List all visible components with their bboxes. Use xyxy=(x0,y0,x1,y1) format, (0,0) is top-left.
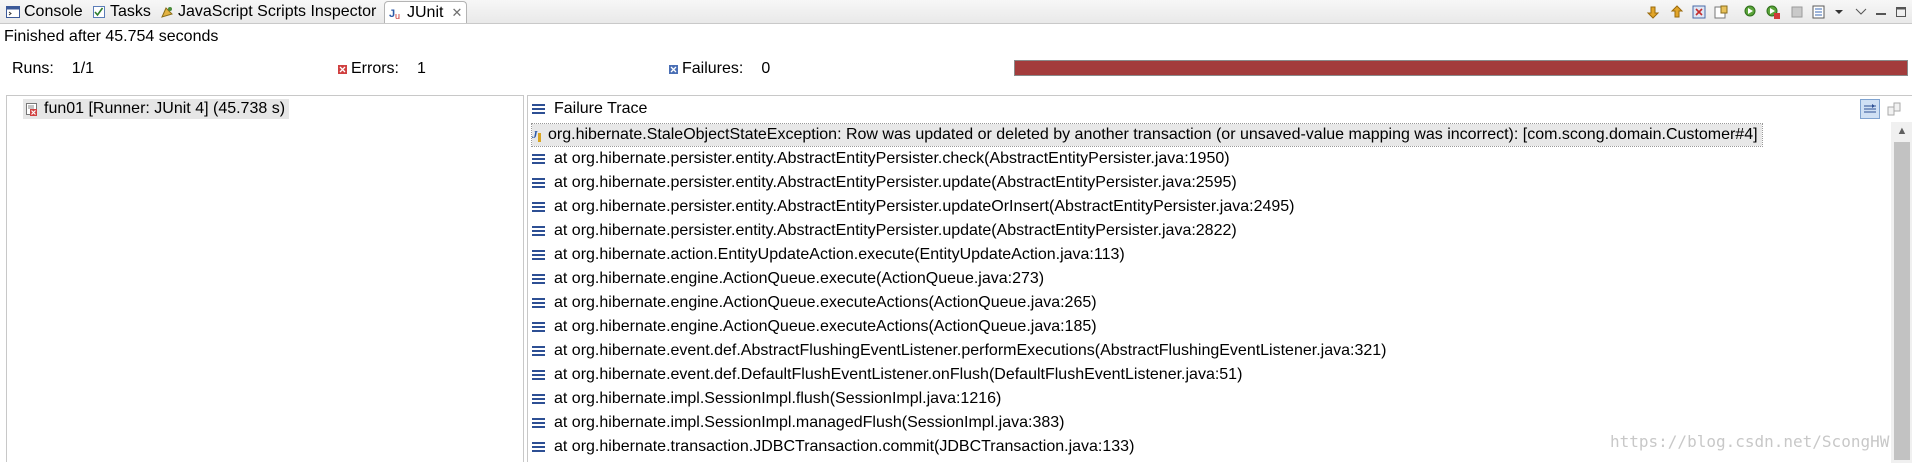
stack-frame-line[interactable]: at org.hibernate.impl.SessionImpl.manage… xyxy=(532,412,1064,434)
test-tree[interactable]: fun01 [Runner: JUnit 4] (45.738 s) xyxy=(6,95,524,462)
stack-frame-icon xyxy=(532,273,545,285)
stack-frame-text: at org.hibernate.impl.SessionImpl.flush(… xyxy=(554,390,1002,407)
stack-frame-icon xyxy=(532,321,545,333)
errors-value: 1 xyxy=(417,60,426,77)
stack-frame-line[interactable]: at org.hibernate.event.def.AbstractFlush… xyxy=(532,340,1386,362)
stack-frame-line[interactable]: at org.hibernate.engine.ActionQueue.exec… xyxy=(532,316,1097,338)
stack-frame-text: at org.hibernate.event.def.AbstractFlush… xyxy=(554,342,1387,359)
scroll-lock-icon[interactable] xyxy=(1712,3,1730,21)
minimize-icon[interactable] xyxy=(1872,3,1890,21)
show-failures-only-icon[interactable] xyxy=(1690,3,1708,21)
stack-frame-text: at org.hibernate.persister.entity.Abstra… xyxy=(554,150,1230,167)
next-failure-icon[interactable] xyxy=(1644,3,1662,21)
test-run-history-icon[interactable] xyxy=(1810,3,1828,21)
tab-junit[interactable]: Ju JUnit ✕ xyxy=(384,1,468,23)
test-progress-bar xyxy=(1014,60,1908,76)
tab-javascript-scripts-inspector-label: JavaScript Scripts Inspector xyxy=(178,3,377,20)
svg-text:J: J xyxy=(532,129,538,141)
stack-frame-icon xyxy=(532,153,545,165)
stack-frame-line[interactable]: at org.hibernate.transaction.JDBCTransac… xyxy=(532,436,1134,458)
scrollbar-thumb[interactable] xyxy=(1894,142,1910,460)
scroll-up-arrow-icon[interactable]: ▲ xyxy=(1891,122,1912,140)
stop-icon[interactable] xyxy=(1788,3,1806,21)
stack-frame-line[interactable]: at org.hibernate.persister.entity.Abstra… xyxy=(532,172,1237,194)
stack-frame-icon xyxy=(532,345,545,357)
stack-frame-icon xyxy=(532,417,545,429)
close-icon[interactable]: ✕ xyxy=(451,5,462,21)
maximize-icon[interactable] xyxy=(1892,3,1910,21)
stack-frame-text: at org.hibernate.persister.entity.Abstra… xyxy=(554,174,1237,191)
stack-frame-line[interactable]: at org.hibernate.action.EntityUpdateActi… xyxy=(532,244,1125,266)
scripts-inspector-icon xyxy=(160,5,174,19)
watermark: https://blog.csdn.net/ScongHW xyxy=(1610,432,1890,451)
stack-frame-text: at org.hibernate.impl.SessionImpl.manage… xyxy=(554,414,1065,431)
console-icon xyxy=(6,5,20,19)
view-menu-icon[interactable] xyxy=(1852,3,1870,21)
stack-frame-line[interactable]: at org.hibernate.event.def.DefaultFlushE… xyxy=(532,364,1242,386)
progress-fill xyxy=(1015,61,1907,75)
stack-frame-text: at org.hibernate.action.EntityUpdateActi… xyxy=(554,246,1125,263)
failure-trace-pane: Failure Trace J org.hibernate.StaleObjec… xyxy=(527,95,1912,463)
stack-trace-icon xyxy=(532,103,545,115)
filter-stack-trace-icon[interactable] xyxy=(1860,99,1880,119)
stack-frame-line[interactable]: at org.hibernate.persister.entity.Abstra… xyxy=(532,220,1237,242)
stack-frame-icon xyxy=(532,225,545,237)
status-text: Finished after 45.754 seconds xyxy=(4,28,219,45)
stack-frame-line[interactable]: at org.hibernate.persister.entity.Abstra… xyxy=(532,196,1295,218)
failures-count: Failures: 0 xyxy=(669,58,770,80)
stack-frame-icon xyxy=(532,297,545,309)
stack-frame-text: at org.hibernate.engine.ActionQueue.exec… xyxy=(554,294,1097,311)
stack-frame-icon xyxy=(532,369,545,381)
errors-count: Errors: 1 xyxy=(338,58,426,80)
tasks-icon xyxy=(92,5,106,19)
tab-console-label: Console xyxy=(24,3,83,20)
stack-frame-icon xyxy=(532,201,545,213)
tab-console[interactable]: Console xyxy=(2,1,87,23)
tree-item-test[interactable]: fun01 [Runner: JUnit 4] (45.738 s) xyxy=(23,99,290,119)
tab-junit-label: JUnit xyxy=(407,3,444,21)
chevron-down-icon[interactable] xyxy=(1830,3,1848,21)
runs-value: 1/1 xyxy=(71,60,95,77)
tab-javascript-scripts-inspector[interactable]: JavaScript Scripts Inspector xyxy=(156,1,380,23)
test-error-icon xyxy=(25,102,39,116)
stack-frame-line[interactable]: at org.hibernate.engine.ActionQueue.exec… xyxy=(532,268,1044,290)
stack-frame-icon xyxy=(532,393,545,405)
svg-text:u: u xyxy=(395,11,400,20)
exception-line[interactable]: J org.hibernate.StaleObjectStateExceptio… xyxy=(531,123,1763,147)
failures-label: Failures: xyxy=(682,60,744,77)
runs-count: Runs: 1/1 xyxy=(12,58,94,80)
stack-frame-text: at org.hibernate.engine.ActionQueue.exec… xyxy=(554,270,1045,287)
junit-icon: Ju xyxy=(389,6,403,21)
runs-label: Runs: xyxy=(12,60,54,77)
stack-frame-text: at org.hibernate.transaction.JDBCTransac… xyxy=(554,438,1135,455)
stack-frame-line[interactable]: at org.hibernate.persister.entity.Abstra… xyxy=(532,148,1230,170)
stack-frame-line[interactable]: at org.hibernate.engine.ActionQueue.exec… xyxy=(532,292,1097,314)
stack-frame-icon xyxy=(532,441,545,453)
tree-item-label: fun01 [Runner: JUnit 4] (45.738 s) xyxy=(44,100,286,117)
tab-tasks[interactable]: Tasks xyxy=(88,1,155,23)
exception-icon: J xyxy=(532,128,544,142)
stack-frame-icon xyxy=(532,177,545,189)
failure-trace-header: Failure Trace xyxy=(528,96,1912,122)
error-icon xyxy=(338,64,347,74)
stack-frame-line[interactable]: at org.hibernate.impl.SessionImpl.flush(… xyxy=(532,388,1001,410)
stack-frame-text: at org.hibernate.persister.entity.Abstra… xyxy=(554,222,1237,239)
failures-value: 0 xyxy=(761,60,771,77)
previous-failure-icon[interactable] xyxy=(1668,3,1686,21)
stack-frame-text: at org.hibernate.event.def.DefaultFlushE… xyxy=(554,366,1243,383)
tab-tasks-label: Tasks xyxy=(110,3,151,20)
rerun-failed-first-icon[interactable] xyxy=(1764,3,1782,21)
view-tab-bar: Console Tasks JavaScript Scripts Inspect… xyxy=(0,0,1912,24)
stack-frame-text: at org.hibernate.persister.entity.Abstra… xyxy=(554,198,1295,215)
failure-trace-list[interactable]: J org.hibernate.StaleObjectStateExceptio… xyxy=(528,122,1890,462)
stack-frame-icon xyxy=(532,249,545,261)
stack-frame-text: at org.hibernate.engine.ActionQueue.exec… xyxy=(554,318,1097,335)
failure-trace-title: Failure Trace xyxy=(554,100,648,117)
exception-text: org.hibernate.StaleObjectStateException:… xyxy=(548,126,1758,143)
vertical-scrollbar[interactable]: ▲ xyxy=(1891,122,1912,463)
rerun-test-icon[interactable] xyxy=(1742,3,1760,21)
errors-label: Errors: xyxy=(351,60,399,77)
compare-result-icon[interactable] xyxy=(1884,99,1904,119)
failure-icon xyxy=(669,64,678,74)
